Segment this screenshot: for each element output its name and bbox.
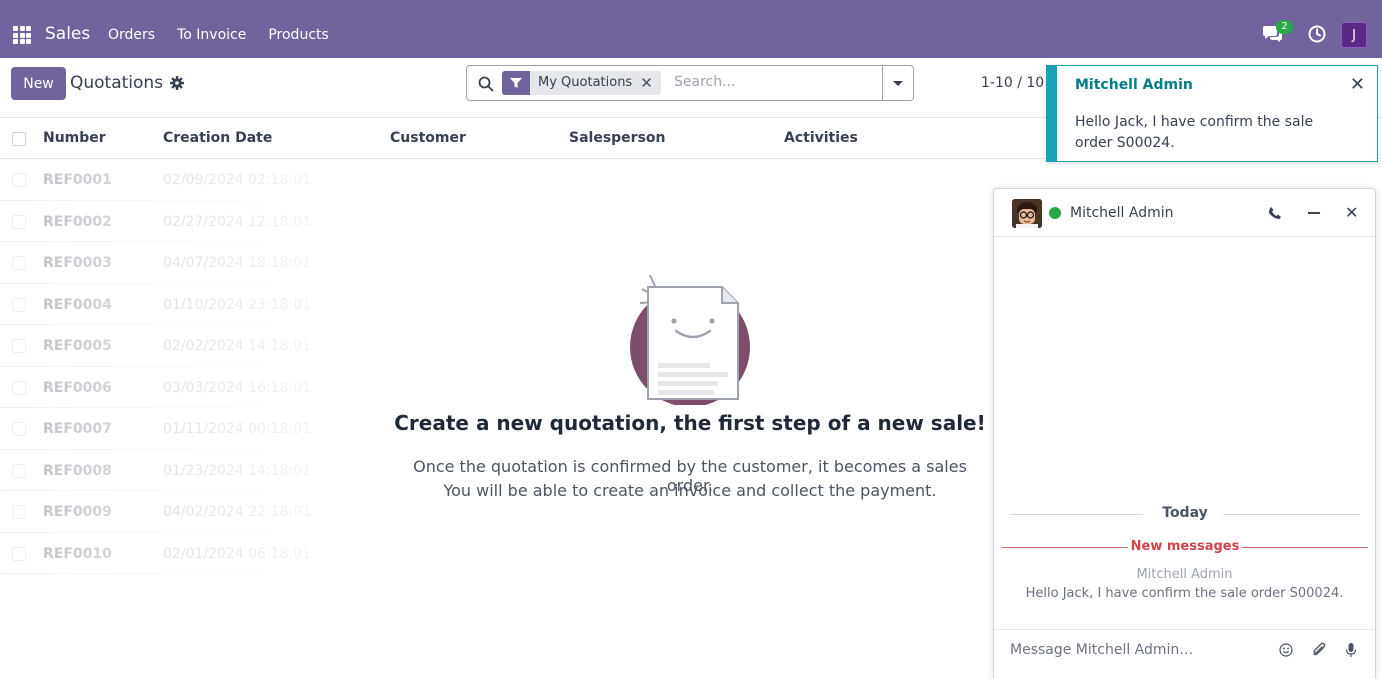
column-customer[interactable]: Customer <box>390 130 466 146</box>
row-number: REF0003 <box>43 255 112 271</box>
search-icon[interactable] <box>478 76 494 92</box>
clock-icon[interactable] <box>1308 25 1326 43</box>
ghost-salesperson: John Gillet <box>603 169 675 185</box>
day-label: Today <box>1162 505 1208 521</box>
row-checkbox <box>12 173 26 187</box>
row-number: REF0009 <box>43 504 112 520</box>
search-bar: My Quotations ✕ <box>466 65 914 101</box>
column-creation-date[interactable]: Creation Date <box>163 130 272 146</box>
menu-to-invoice[interactable]: To Invoice <box>177 27 246 43</box>
emoji-icon[interactable] <box>1279 643 1293 657</box>
row-date: 02/27/2024 12:18:01 <box>163 213 312 230</box>
message-author: Mitchell Admin <box>1136 567 1233 582</box>
empty-state-title: Create a new quotation, the first step o… <box>394 411 986 435</box>
ghost-customer: Thomas Passot <box>390 169 495 185</box>
ghost-avatar <box>569 166 595 190</box>
row-number: REF0006 <box>43 379 112 396</box>
row-checkbox <box>12 505 26 519</box>
row-checkbox <box>12 214 26 229</box>
main-menu: Orders To Invoice Products <box>108 27 351 43</box>
search-facet: My Quotations ✕ <box>502 71 661 95</box>
row-date: 02/02/2024 14:18:01 <box>163 338 312 354</box>
chat-composer <box>994 629 1375 679</box>
chat-window: Mitchell Admin ✕ Today New messages Mitc… <box>993 188 1376 679</box>
row-date: 01/10/2024 23:18:01 <box>163 296 312 313</box>
close-icon[interactable]: ✕ <box>1345 203 1358 222</box>
page-title: Quotations <box>70 73 164 93</box>
minimize-icon[interactable] <box>1308 212 1320 214</box>
day-separator: Today <box>1010 505 1360 525</box>
user-avatar[interactable]: J <box>1341 22 1367 48</box>
row-date: 01/23/2024 14:18:01 <box>163 462 312 479</box>
row-checkbox <box>12 339 26 353</box>
facet-remove-icon[interactable]: ✕ <box>640 71 661 95</box>
filter-icon <box>502 71 530 95</box>
new-button[interactable]: New <box>11 67 66 100</box>
avatar <box>1012 199 1042 228</box>
column-salesperson[interactable]: Salesperson <box>569 130 666 146</box>
phone-icon[interactable] <box>1268 206 1282 220</box>
search-input[interactable] <box>674 74 874 90</box>
ghost-activity: Cherrie Gam <box>812 169 901 185</box>
microphone-icon[interactable] <box>1345 642 1357 658</box>
column-number[interactable]: Number <box>43 130 106 146</box>
row-date: 02/01/2024 06:18:01 <box>163 545 312 562</box>
app-name[interactable]: Sales <box>45 24 90 44</box>
notification-title: Mitchell Admin <box>1075 77 1193 93</box>
row-number: REF0004 <box>43 296 112 313</box>
caret-down-icon <box>893 80 903 86</box>
menu-orders[interactable]: Orders <box>108 27 155 43</box>
row-number: REF0001 <box>43 172 112 188</box>
row-number: REF0007 <box>43 421 112 437</box>
row-number: REF0008 <box>43 462 112 479</box>
row-date: 02/09/2024 02:18:01 <box>163 172 312 188</box>
row-date: 03/03/2024 16:18:01 <box>163 379 312 396</box>
notification-body: Hello Jack, I have confirm the sale orde… <box>1075 114 1314 151</box>
message-input[interactable] <box>1010 642 1250 658</box>
column-activities[interactable]: Activities <box>784 130 858 146</box>
ghost-status-badge: Sales Order <box>1174 167 1262 183</box>
apps-grid-icon[interactable] <box>13 26 31 44</box>
notification-toast: Mitchell Admin ✕ Hello Jack, I have conf… <box>1046 65 1378 162</box>
row-checkbox <box>12 380 26 395</box>
empty-state-text-2: You will be able to create an invoice an… <box>443 481 937 500</box>
row-date: 04/07/2024 18:18:01 <box>163 255 312 271</box>
row-checkbox <box>12 256 26 270</box>
menu-products[interactable]: Products <box>268 27 328 43</box>
online-status-icon <box>1049 207 1061 219</box>
chat-badge: 2 <box>1276 20 1293 34</box>
row-number: REF0002 <box>43 213 112 230</box>
row-checkbox <box>12 463 26 478</box>
pager-value[interactable]: 1-10 / 10 <box>981 75 1044 91</box>
row-checkbox <box>12 546 26 561</box>
close-icon[interactable]: ✕ <box>1350 74 1365 95</box>
select-all-checkbox[interactable] <box>12 132 26 146</box>
row-number: REF0005 <box>43 338 112 354</box>
new-messages-separator: New messages <box>1002 539 1368 557</box>
gear-icon[interactable] <box>170 76 184 90</box>
row-checkbox <box>12 297 26 312</box>
empty-document-illustration <box>630 274 750 405</box>
search-options-toggle[interactable] <box>882 66 913 100</box>
chat-partner-name[interactable]: Mitchell Admin <box>1070 205 1174 221</box>
message-text: Hello Jack, I have confirm the sale orde… <box>1025 586 1344 601</box>
row-date: 04/02/2024 22:18:01 <box>163 504 312 520</box>
paperclip-icon[interactable] <box>1312 642 1326 658</box>
row-number: REF0010 <box>43 545 112 562</box>
ghost-amount: $ 46,810.00 <box>1083 169 1168 185</box>
chat-header[interactable]: Mitchell Admin ✕ <box>994 189 1375 237</box>
top-navbar: Sales Orders To Invoice Products 2 J <box>0 0 1382 58</box>
new-messages-label: New messages <box>1130 539 1240 554</box>
row-date: 01/11/2024 00:18:01 <box>163 421 312 437</box>
row-checkbox <box>12 422 26 436</box>
facet-label: My Quotations <box>538 75 633 90</box>
